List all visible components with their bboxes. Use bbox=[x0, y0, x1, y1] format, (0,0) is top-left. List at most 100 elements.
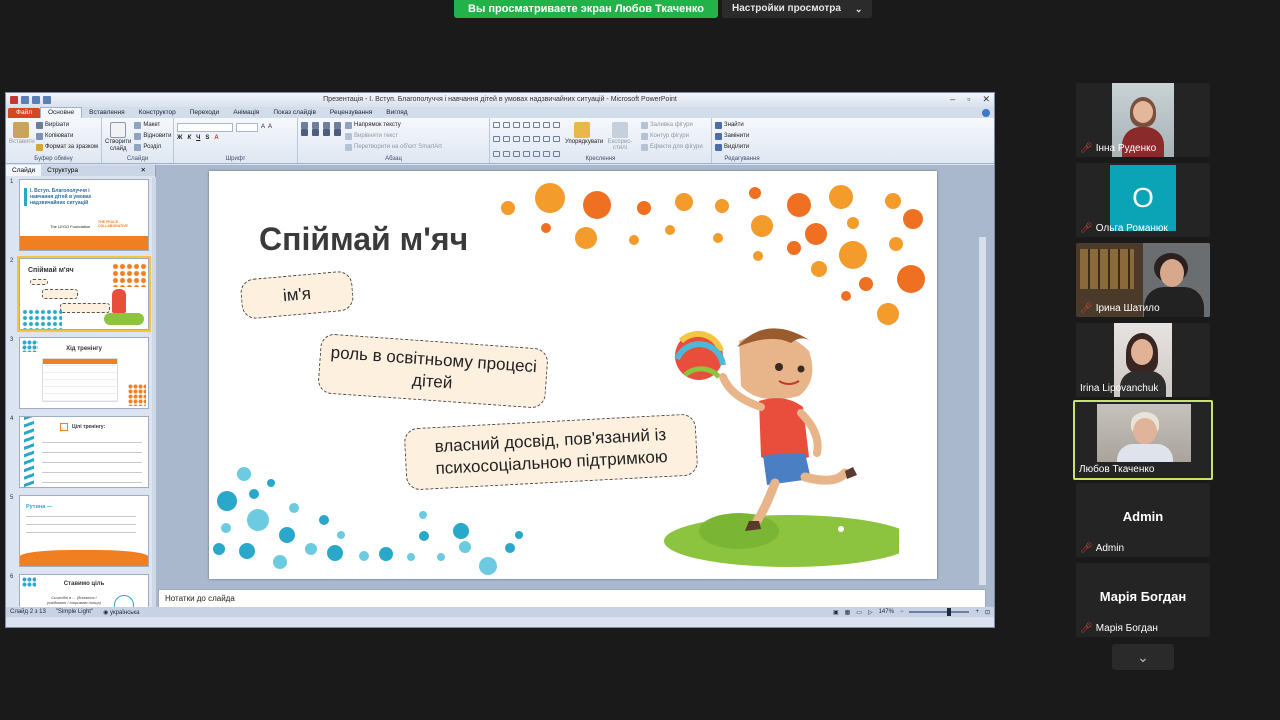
slide-title[interactable]: Спіймай м'яч bbox=[259, 221, 468, 258]
shape-fill-button[interactable]: Заливка фігури bbox=[641, 120, 703, 131]
slides-panel: Слайди Структура ✕ 1 І. Вступ. Благополу… bbox=[6, 165, 156, 617]
tab-design[interactable]: Конструктор bbox=[132, 108, 183, 118]
slide-stage: Спіймай м'яч ім'я роль в освітньому проц… bbox=[158, 165, 986, 585]
tab-view[interactable]: Вигляд bbox=[379, 108, 414, 118]
language-indicator[interactable]: ◉ українська bbox=[103, 609, 139, 616]
zoom-in-icon[interactable]: + bbox=[975, 609, 979, 615]
smartart-button[interactable]: Перетворити на об'єкт SmartArt bbox=[345, 142, 442, 153]
bullets-icon[interactable] bbox=[301, 122, 308, 129]
notes-placeholder: Нотатки до слайда bbox=[165, 594, 235, 603]
underline-icon[interactable]: Ч bbox=[196, 133, 200, 144]
find-button[interactable]: Знайти bbox=[715, 120, 769, 131]
cut-label: Вирізати bbox=[45, 122, 70, 128]
align-left-icon[interactable] bbox=[301, 129, 308, 136]
fill-icon bbox=[641, 122, 648, 129]
tab-animation[interactable]: Анімація bbox=[226, 108, 266, 118]
align-center-icon[interactable] bbox=[312, 129, 319, 136]
tab-insert[interactable]: Вставлення bbox=[82, 108, 132, 118]
normal-view-icon[interactable]: ▣ bbox=[833, 609, 839, 616]
format-painter-button[interactable]: Формат за зразком bbox=[36, 142, 98, 153]
shape-outline-button[interactable]: Контур фігури bbox=[641, 131, 703, 142]
minimize-icon[interactable]: – bbox=[950, 94, 955, 105]
more-participants-button[interactable]: ⌄ bbox=[1112, 644, 1174, 670]
zoom-out-icon[interactable]: − bbox=[900, 609, 904, 615]
replace-button[interactable]: Замінити bbox=[715, 131, 769, 142]
participant-name-5: Любов Ткаченко bbox=[1079, 464, 1155, 475]
tab-review[interactable]: Рецензування bbox=[323, 108, 379, 118]
reading-view-icon[interactable]: ▭ bbox=[856, 609, 862, 616]
help-icon[interactable] bbox=[982, 109, 990, 117]
pill-role-text: роль в освітньому процесі дітей bbox=[330, 342, 538, 393]
participant-tile-5[interactable]: Любов Ткаченко bbox=[1073, 400, 1213, 480]
maximize-icon[interactable]: ▫ bbox=[967, 94, 970, 105]
participant-tile-1[interactable]: 🎤︎ Інна Руденко bbox=[1076, 83, 1210, 157]
participant-tile-6[interactable]: Admin 🎤︎ Admin bbox=[1076, 483, 1210, 557]
align-text-button[interactable]: Вирівняти текст bbox=[345, 131, 442, 142]
view-settings-button[interactable]: Настройки просмотра ⌄ bbox=[722, 0, 873, 18]
tab-slideshow[interactable]: Показ слайдів bbox=[266, 108, 323, 118]
font-group-label: Шрифт bbox=[225, 156, 246, 162]
strike-icon[interactable]: S bbox=[205, 133, 209, 144]
participant-tile-2[interactable]: О 🎤︎ Ольга Романюк bbox=[1076, 163, 1210, 237]
participant-display-name-6: Admin bbox=[1122, 509, 1164, 524]
shape-effects-button[interactable]: Ефекти для фігури bbox=[641, 142, 703, 153]
slideshow-view-icon[interactable]: ▷ bbox=[868, 609, 873, 616]
close-icon[interactable]: ✕ bbox=[982, 94, 990, 105]
find-label: Знайти bbox=[724, 122, 744, 128]
align-right-icon[interactable] bbox=[323, 129, 330, 136]
select-button[interactable]: Виділити bbox=[715, 142, 769, 153]
participant-name-4: Irina Lipovanchuk bbox=[1080, 383, 1159, 394]
chevron-down-icon: ⌄ bbox=[1137, 649, 1149, 665]
scissors-icon bbox=[36, 122, 43, 129]
layout-button[interactable]: Макет bbox=[134, 120, 171, 131]
shape-effects-label: Ефекти для фігури bbox=[650, 144, 703, 150]
tab-outline[interactable]: Структура bbox=[41, 165, 84, 176]
fit-slide-icon[interactable]: ⊡ bbox=[985, 609, 990, 616]
participant-tile-3[interactable]: 🎤︎ Ірина Шатило bbox=[1076, 243, 1210, 317]
sorter-view-icon[interactable]: ▦ bbox=[845, 609, 851, 616]
font-size-select[interactable] bbox=[236, 123, 258, 132]
font-color-icon[interactable]: A bbox=[214, 133, 218, 144]
copy-button[interactable]: Копіювати bbox=[36, 131, 98, 142]
participant-tile-4[interactable]: Irina Lipovanchuk bbox=[1076, 323, 1210, 397]
zoom-slider[interactable] bbox=[909, 608, 970, 616]
bold-icon[interactable]: Ж bbox=[177, 133, 182, 144]
thumb-4-title: Цілі тренінгу: bbox=[72, 424, 106, 430]
paste-label: Вставити bbox=[9, 139, 35, 145]
ribbon: Вставити Вирізати Копіювати Формат за зр… bbox=[6, 118, 994, 164]
numbering-icon[interactable] bbox=[312, 122, 319, 129]
section-button[interactable]: Розділ bbox=[134, 142, 171, 153]
mic-muted-icon: 🎤︎ bbox=[1080, 543, 1093, 554]
cut-button[interactable]: Вирізати bbox=[36, 120, 98, 131]
ribbon-tabs: Файл Основне Вставлення Конструктор Пере… bbox=[6, 107, 994, 118]
zoom-level[interactable]: 147% bbox=[879, 609, 894, 615]
slides-group-label: Слайди bbox=[126, 156, 149, 162]
copy-label: Копіювати bbox=[45, 133, 74, 139]
font-name-select[interactable] bbox=[177, 123, 233, 132]
outdent-icon[interactable] bbox=[334, 122, 341, 129]
shrink-font-icon[interactable]: A bbox=[268, 122, 272, 133]
slide-pill-role[interactable]: роль в освітньому процесі дітей bbox=[317, 333, 549, 409]
mic-muted-icon: 🎤︎ bbox=[1080, 143, 1093, 154]
text-direction-button[interactable]: Напрямок тексту bbox=[345, 120, 442, 131]
tab-transitions[interactable]: Переходи bbox=[183, 108, 226, 118]
tab-file[interactable]: Файл bbox=[8, 108, 40, 118]
chevron-down-icon: ⌄ bbox=[854, 4, 863, 14]
thumb-2-preview: Спіймай м'яч bbox=[17, 256, 151, 332]
slide-vertical-scrollbar[interactable] bbox=[978, 237, 986, 585]
justify-icon[interactable] bbox=[334, 129, 341, 136]
tab-slides[interactable]: Слайди bbox=[6, 165, 42, 176]
indent-icon[interactable] bbox=[323, 122, 330, 129]
clipboard-group-label: Буфер обміну bbox=[34, 156, 73, 162]
participant-tile-7[interactable]: Марія Богдан 🎤︎ Марія Богдан bbox=[1076, 563, 1210, 637]
grow-font-icon[interactable]: A bbox=[261, 122, 265, 133]
close-panel-icon[interactable]: ✕ bbox=[135, 165, 152, 176]
italic-icon[interactable]: К bbox=[187, 133, 191, 144]
thumb-number: 1 bbox=[10, 179, 14, 185]
slide-pill-name[interactable]: ім'я bbox=[239, 270, 355, 320]
reset-button[interactable]: Відновити bbox=[134, 131, 171, 142]
participant-name-6: 🎤︎ Admin bbox=[1080, 543, 1125, 554]
tab-home[interactable]: Основне bbox=[39, 107, 83, 118]
participant-name-7: 🎤︎ Марія Богдан bbox=[1080, 623, 1158, 634]
panel-scrollbar[interactable] bbox=[152, 177, 156, 615]
